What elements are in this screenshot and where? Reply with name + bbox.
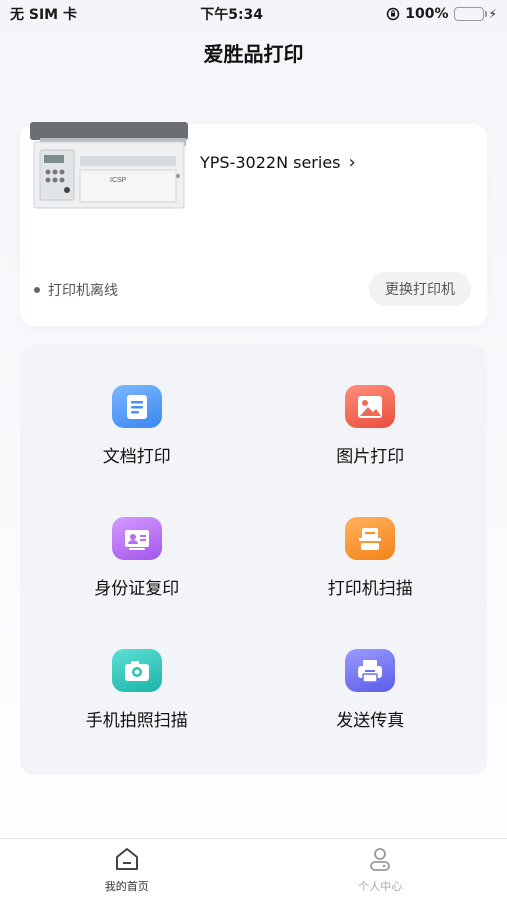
printer-brand-text: ICSP [110,177,127,184]
tab-label-profile: 个人中心 [358,879,403,893]
tab-home[interactable]: 我的首页 [67,846,187,894]
printer-status-text: 打印机离线 [48,283,118,299]
charging-bolt-icon: ⚡ [488,7,497,21]
feature-label: 发送传真 [336,711,405,731]
printer-image: ICSP [30,122,188,209]
battery-percent: 100% [405,6,449,22]
feature-panel: 文档打印 图片打印 身份证复印 打印机扫描 手机拍照扫描 发送传真 [20,345,487,775]
feature-label: 身份证复印 [94,579,180,599]
feature-printer-scan[interactable]: 打印机扫描 [254,517,488,599]
scanner-icon [345,517,396,560]
printer-name-link[interactable]: YPS-3022N series › [200,152,356,173]
tab-profile[interactable]: 个人中心 [320,846,440,894]
camera-icon [111,649,162,692]
tab-bar: 我的首页 个人中心 [0,838,507,900]
printer-name: YPS-3022N series [200,153,341,172]
status-dot-icon [34,287,40,293]
feature-send-fax[interactable]: 发送传真 [254,649,488,731]
feature-document-print[interactable]: 文档打印 [20,385,254,467]
clock-text: 下午5:34 [200,7,264,23]
feature-label: 手机拍照扫描 [85,711,188,731]
tab-label-home: 我的首页 [104,879,149,893]
id-card-icon [111,517,162,560]
feature-label: 图片打印 [336,447,405,467]
carrier-text: 无 SIM 卡 [10,7,77,23]
chevron-right-icon: › [348,152,356,173]
feature-image-print[interactable]: 图片打印 [254,385,488,467]
image-icon [345,385,396,428]
printer-card[interactable]: ICSP YPS-3022N series › 打印机离线 更换打印机 [20,122,487,326]
battery-icon [453,7,487,21]
page-title: 爱胜品打印 [203,42,304,66]
status-bar: 无 SIM 卡 下午5:34 100% ⚡ [0,0,507,28]
feature-grid: 文档打印 图片打印 身份证复印 打印机扫描 手机拍照扫描 发送传真 [20,385,487,731]
fax-icon [345,649,396,692]
document-icon [111,385,162,428]
printer-status: 打印机离线 [34,280,118,300]
change-printer-button[interactable]: 更换打印机 [369,272,471,306]
feature-photo-scan[interactable]: 手机拍照扫描 [20,649,254,731]
status-right: 100% ⚡ [386,6,497,22]
orientation-lock-icon [387,7,400,21]
feature-label: 文档打印 [102,447,171,467]
home-icon [115,847,138,870]
user-icon [370,847,391,871]
feature-id-copy[interactable]: 身份证复印 [20,517,254,599]
feature-label: 打印机扫描 [327,579,413,599]
